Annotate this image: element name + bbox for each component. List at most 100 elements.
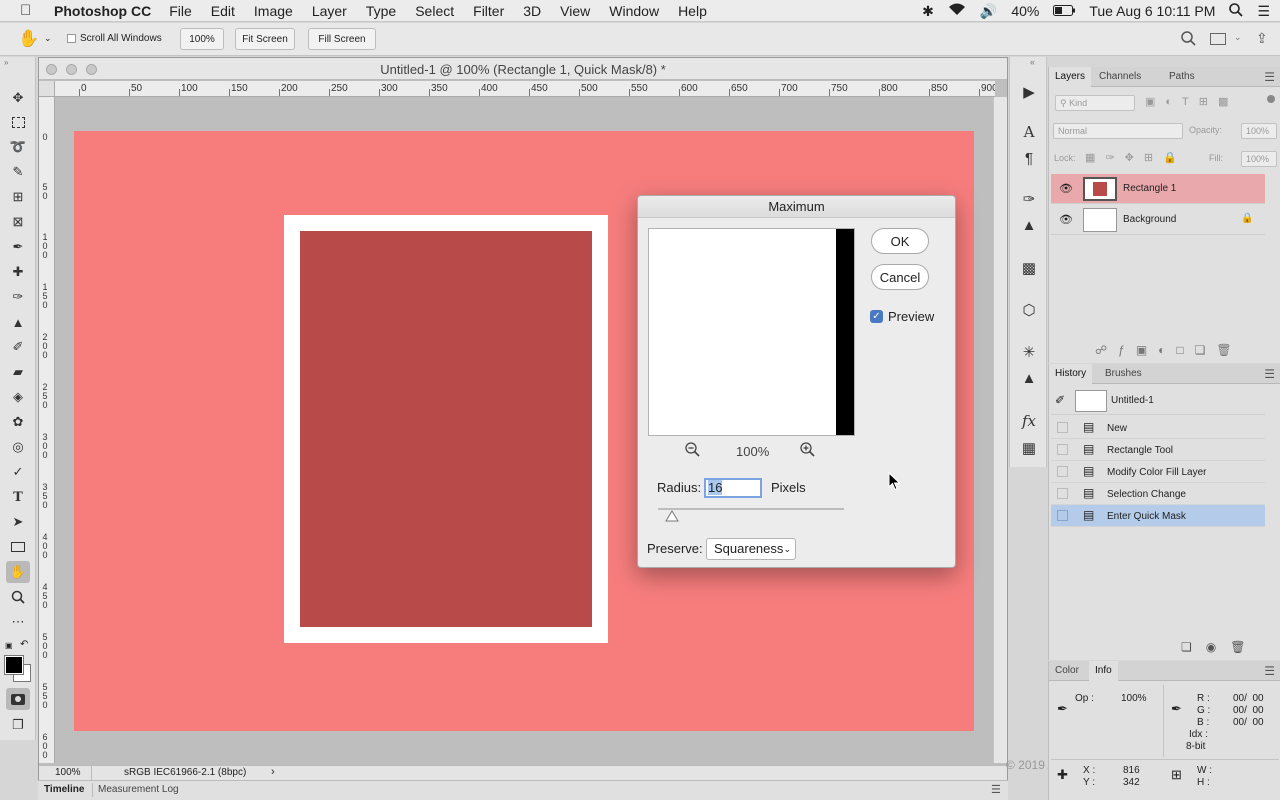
layer-row-background[interactable]: 👁 Background 🔒 xyxy=(1051,205,1265,235)
history-source-box[interactable] xyxy=(1057,510,1068,521)
menu-edit[interactable]: Edit xyxy=(211,3,235,19)
history-item[interactable]: ▤ Rectangle Tool xyxy=(1051,439,1265,461)
properties-3d-icon[interactable]: ▩ xyxy=(1019,259,1039,279)
healing-brush-tool-icon[interactable]: ✚ xyxy=(6,261,30,283)
layer-name[interactable]: Background xyxy=(1123,214,1176,225)
history-item[interactable]: ▤ New xyxy=(1051,417,1265,439)
zoom-out-icon[interactable] xyxy=(685,442,700,460)
history-snapshot[interactable]: ✐ Untitled-1 xyxy=(1051,387,1265,415)
blend-mode-select[interactable]: Normal xyxy=(1053,123,1183,139)
eyedropper-icon[interactable]: ✒ xyxy=(1171,701,1182,717)
notification-list-icon[interactable]: ☰ xyxy=(1257,3,1270,20)
tab-history[interactable]: History xyxy=(1049,364,1093,384)
zoom-tool-icon[interactable] xyxy=(6,586,30,608)
clone-source-icon[interactable]: ▲ xyxy=(1019,217,1039,237)
tab-channels[interactable]: Channels xyxy=(1093,67,1147,87)
clone-stamp-tool-icon[interactable]: ▲ xyxy=(6,311,30,333)
default-colors-icon[interactable]: ▣ xyxy=(5,641,13,650)
opacity-field[interactable]: 100% xyxy=(1241,123,1277,139)
volume-icon[interactable]: 🔊 xyxy=(980,3,997,20)
history-brush-source-icon[interactable]: ✐ xyxy=(1055,393,1065,407)
lock-icons[interactable]: ▦✑✥⊞🔒 xyxy=(1085,151,1187,164)
zoom-level-field[interactable]: 100% xyxy=(55,767,81,778)
preview-checkbox[interactable]: ✓ xyxy=(870,310,883,323)
hand-tool-icon[interactable]: ✋ xyxy=(6,561,30,583)
workspace-icon[interactable] xyxy=(1210,33,1226,45)
history-source-box[interactable] xyxy=(1057,422,1068,433)
chevron-down-icon[interactable]: ⌄ xyxy=(44,33,52,44)
tab-color[interactable]: Color xyxy=(1049,661,1085,681)
horizontal-ruler[interactable]: 0 50 100 150 200 250 300 350 400 450 500 550 600 650 7… xyxy=(55,81,995,97)
dodge-tool-icon[interactable]: ◎ xyxy=(6,436,30,458)
layer-filter-kind[interactable]: ⚲ Kind xyxy=(1055,95,1135,111)
eraser-tool-icon[interactable]: ▰ xyxy=(6,361,30,383)
apple-icon[interactable]:  xyxy=(20,2,38,19)
menu-view[interactable]: View xyxy=(560,3,590,19)
swap-colors-icon[interactable]: ↶ xyxy=(20,639,28,650)
document-title-bar[interactable]: Untitled-1 @ 100% (Rectangle 1, Quick Ma… xyxy=(39,58,1007,80)
menu-3d[interactable]: 3D xyxy=(523,3,541,19)
marquee-tool-icon[interactable] xyxy=(6,111,30,133)
rectangle-tool-icon[interactable] xyxy=(6,536,30,558)
tab-info[interactable]: Info xyxy=(1089,661,1118,681)
layer-filter-icons[interactable]: ▣◐T⊞▩ xyxy=(1145,95,1238,108)
spotlight-search-icon[interactable] xyxy=(1229,2,1244,20)
ruler-origin[interactable] xyxy=(39,81,55,97)
menu-help[interactable]: Help xyxy=(678,3,707,19)
quick-mask-mode-icon[interactable] xyxy=(6,688,30,710)
swatches-grid-icon[interactable]: ▦ xyxy=(1019,439,1039,459)
hand-tool-preset-icon[interactable]: ✋ xyxy=(18,29,39,49)
zoom-in-icon[interactable] xyxy=(800,442,815,460)
radius-input[interactable]: 16 xyxy=(704,478,762,498)
ok-button[interactable]: OK xyxy=(871,228,929,254)
lasso-tool-icon[interactable]: ➰ xyxy=(6,136,30,158)
bluetooth-icon[interactable]: ✱ xyxy=(922,3,934,20)
character-icon[interactable]: A xyxy=(1019,123,1039,143)
brush-tool-icon[interactable]: ✑ xyxy=(6,286,30,308)
collapse-dock-icon[interactable]: « xyxy=(1030,57,1035,67)
tab-layers[interactable]: Layers xyxy=(1049,67,1092,87)
layer-row-rectangle-1[interactable]: 👁 Rectangle 1 xyxy=(1051,174,1265,204)
eyedropper-icon[interactable]: ✒ xyxy=(1057,701,1068,717)
info-panel-menu-icon[interactable]: ☰ xyxy=(1264,664,1275,678)
move-tool-icon[interactable]: ✥ xyxy=(6,87,30,109)
zoom-100-button[interactable]: 100% xyxy=(180,28,224,50)
filter-preview[interactable] xyxy=(648,228,855,436)
dialog-title[interactable]: Maximum xyxy=(638,196,955,218)
menu-image[interactable]: Image xyxy=(254,3,293,19)
cube-3d-icon[interactable]: ⬡ xyxy=(1019,301,1039,321)
menu-select[interactable]: Select xyxy=(415,3,454,19)
wifi-icon[interactable] xyxy=(948,3,966,19)
tab-timeline[interactable]: Timeline xyxy=(44,784,84,795)
foreground-color-swatch[interactable] xyxy=(4,655,24,675)
fill-screen-button[interactable]: Fill Screen xyxy=(308,28,376,50)
history-source-box[interactable] xyxy=(1057,488,1068,499)
layers-footer-icons[interactable]: ☍ƒ▣◐□❏🗑 xyxy=(1095,343,1243,357)
history-panel-menu-icon[interactable]: ☰ xyxy=(1264,367,1275,381)
menu-filter[interactable]: Filter xyxy=(473,3,504,19)
history-footer-icons[interactable]: ❏◉🗑 xyxy=(1181,640,1259,654)
history-item[interactable]: ▤ Modify Color Fill Layer xyxy=(1051,461,1265,483)
collapse-arrows-icon[interactable]: » xyxy=(4,58,8,67)
fit-screen-button[interactable]: Fit Screen xyxy=(235,28,295,50)
frame-tool-icon[interactable]: ⊠ xyxy=(6,211,30,233)
share-icon[interactable]: ⇪ xyxy=(1256,30,1268,47)
radius-slider-track[interactable] xyxy=(658,508,844,510)
pen-tool-icon[interactable]: ✓ xyxy=(6,461,30,483)
brush-settings-icon[interactable]: ✑ xyxy=(1019,190,1039,210)
app-name-menu[interactable]: Photoshop CC xyxy=(54,3,151,19)
layer-name[interactable]: Rectangle 1 xyxy=(1123,183,1176,194)
styles-fx-icon[interactable]: fx xyxy=(1019,412,1039,432)
tab-paths[interactable]: Paths xyxy=(1163,67,1201,87)
fill-field[interactable]: 100% xyxy=(1241,151,1277,167)
histogram-icon[interactable]: ▲ xyxy=(1019,370,1039,390)
history-source-box[interactable] xyxy=(1057,444,1068,455)
layers-panel-menu-icon[interactable]: ☰ xyxy=(1264,70,1275,84)
menu-file[interactable]: File xyxy=(169,3,192,19)
cancel-button[interactable]: Cancel xyxy=(871,264,929,290)
menu-layer[interactable]: Layer xyxy=(312,3,347,19)
history-brush-tool-icon[interactable]: ✐ xyxy=(6,336,30,358)
status-menu-chevron-icon[interactable]: › xyxy=(271,766,275,778)
tab-brushes[interactable]: Brushes xyxy=(1099,364,1148,384)
panel-menu-icon[interactable]: ☰ xyxy=(991,783,1001,796)
